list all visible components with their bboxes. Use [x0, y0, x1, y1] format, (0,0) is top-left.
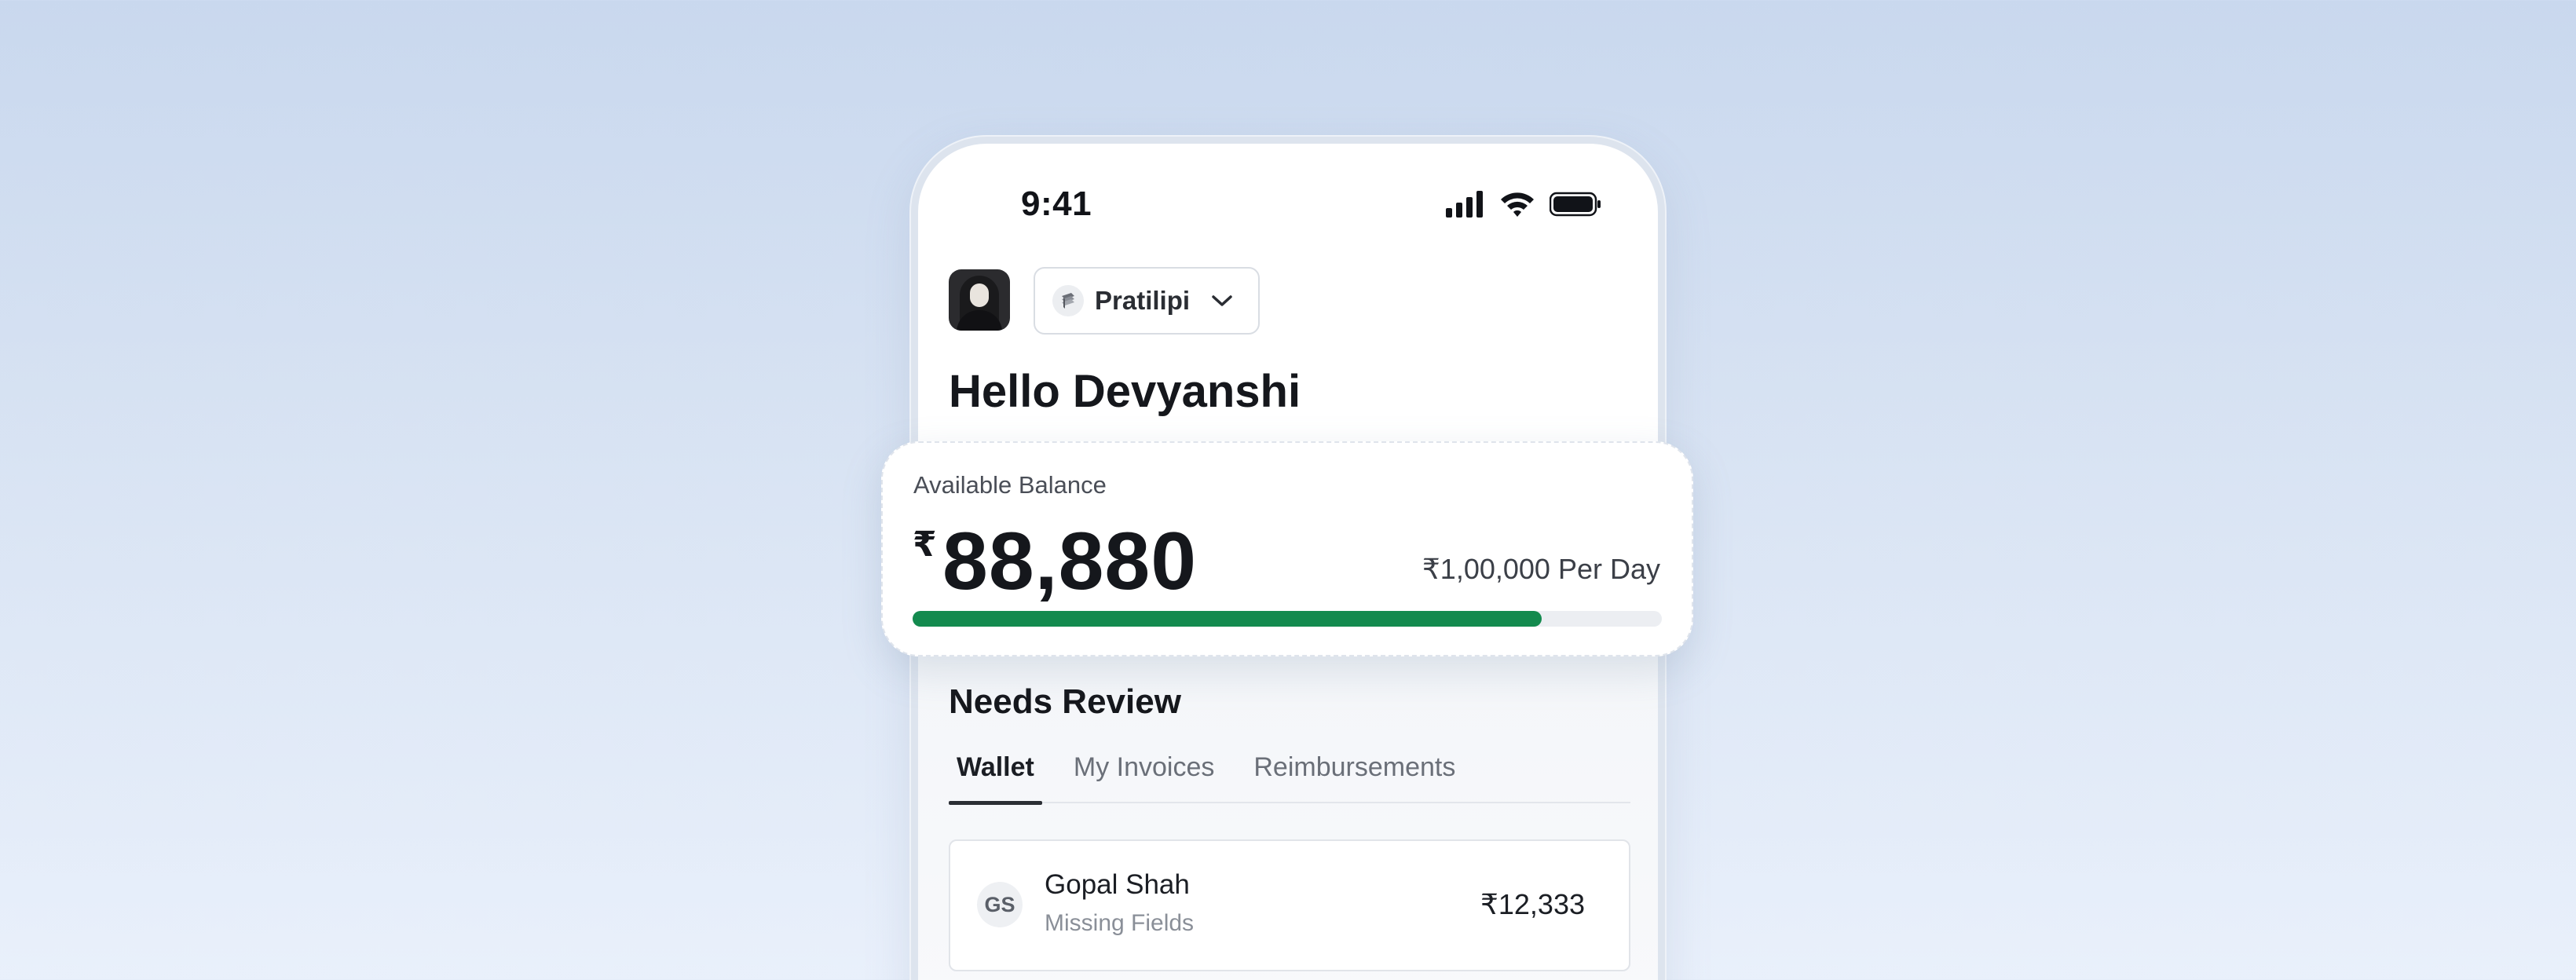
- balance-amount: 88,880: [942, 516, 1198, 607]
- person-amount: ₹12,333: [1480, 888, 1585, 920]
- person-name: Gopal Shah: [1045, 869, 1190, 900]
- balance-progress-bar: [913, 611, 1662, 627]
- initials-avatar: GS: [977, 882, 1023, 927]
- battery-icon: [1550, 192, 1601, 217]
- stack-icon: [1052, 285, 1084, 316]
- greeting-title: Hello Devyanshi: [949, 366, 1301, 417]
- status-icons: [1446, 191, 1601, 218]
- daily-limit: ₹1,00,000 Per Day: [1422, 553, 1660, 585]
- needs-review-title: Needs Review: [949, 682, 1181, 721]
- balance-progress-fill: [913, 611, 1542, 627]
- balance-card: Available Balance ₹ 88,880 ₹1,00,000 Per…: [881, 441, 1693, 656]
- avatar[interactable]: [949, 269, 1010, 331]
- tab-reimbursements[interactable]: Reimbursements: [1246, 748, 1463, 802]
- person-status: Missing Fields: [1045, 910, 1195, 936]
- chevron-down-icon: [1212, 295, 1232, 306]
- status-time: 9:41: [1021, 185, 1092, 223]
- review-tabs: Wallet My Invoices Reimbursements: [949, 748, 1630, 805]
- organization-selector[interactable]: Pratilipi: [1034, 267, 1260, 335]
- tab-wallet[interactable]: Wallet: [949, 748, 1042, 805]
- currency-symbol: ₹: [913, 525, 937, 564]
- signal-icon: [1446, 191, 1483, 218]
- organization-name: Pratilipi: [1095, 286, 1191, 315]
- tab-my-invoices[interactable]: My Invoices: [1066, 748, 1223, 802]
- wifi-icon: [1501, 192, 1534, 217]
- balance-label: Available Balance: [913, 471, 1107, 499]
- list-item[interactable]: GS Gopal Shah Missing Fields ₹12,333: [949, 839, 1630, 971]
